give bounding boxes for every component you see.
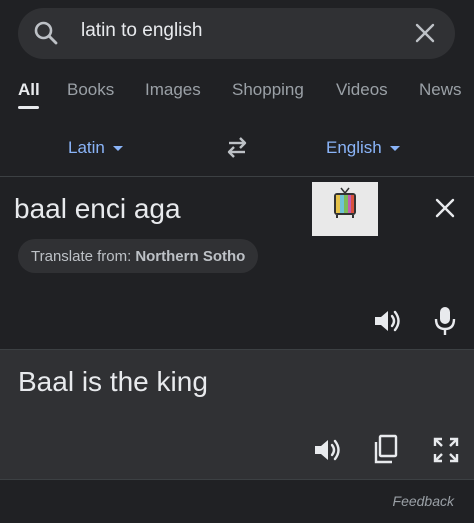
translation-result-text: Baal is the king [18,366,208,397]
copy-icon[interactable] [372,434,400,466]
target-language-label: English [326,138,382,157]
tab-news[interactable]: News [419,80,462,100]
speaker-icon[interactable] [312,435,342,465]
search-icon[interactable] [33,20,59,46]
tab-books[interactable]: Books [67,80,114,100]
search-input[interactable]: latin to english [81,20,202,42]
source-language-label: Latin [68,138,105,157]
feedback-link[interactable]: Feedback [393,493,454,509]
microphone-icon[interactable] [432,305,458,337]
footer: Feedback [0,479,474,523]
source-language-select[interactable]: Latin [68,138,123,158]
search-results-page: latin to english All Books Images Shoppi… [0,0,474,523]
speaker-icon[interactable] [372,306,402,336]
close-icon[interactable] [411,19,439,47]
truth-in-media-logo [312,182,378,236]
detect-prefix-label: Translate from: [31,247,132,265]
chevron-down-icon [112,146,123,152]
target-language-select[interactable]: English [326,138,400,158]
detected-language-chip[interactable]: Translate from: Northern Sotho [18,239,259,273]
source-text-input[interactable]: baal enci aga [14,193,181,225]
tab-images[interactable]: Images [145,80,201,100]
swap-icon[interactable] [224,134,250,160]
tab-videos[interactable]: Videos [336,80,388,100]
clear-source-icon[interactable] [432,195,458,221]
chevron-down-icon [389,146,400,152]
search-tabs: All Books Images Shopping Videos News [0,72,474,116]
fullscreen-icon[interactable] [432,436,460,464]
detected-language-label: Northern Sotho [135,247,246,265]
tab-all[interactable]: All [18,80,40,100]
active-tab-indicator [18,106,39,109]
tab-shopping[interactable]: Shopping [232,80,304,100]
